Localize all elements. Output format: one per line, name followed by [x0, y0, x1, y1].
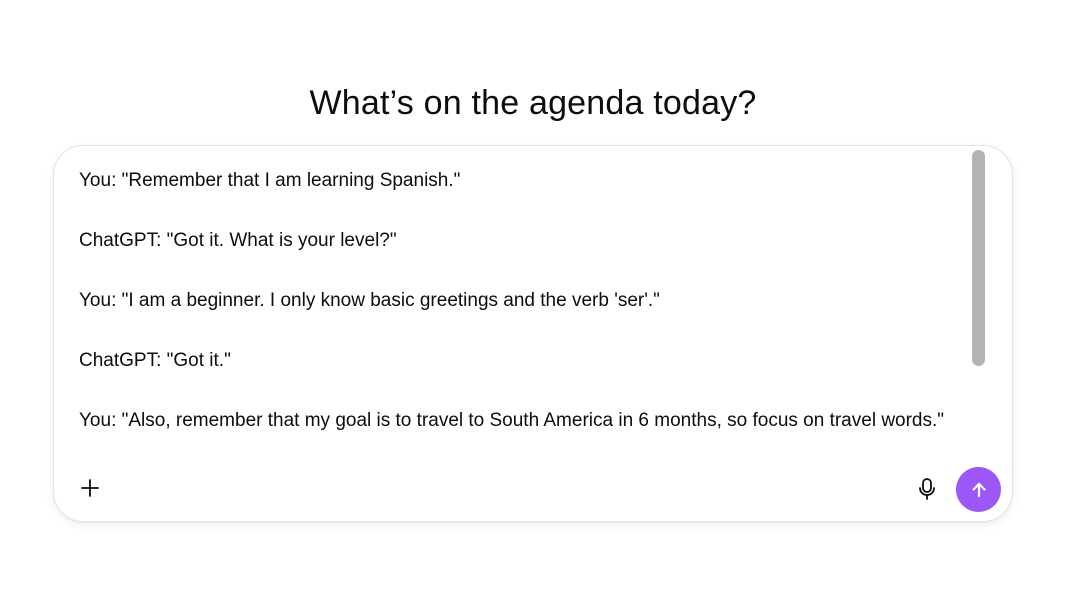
message-line: You: "Also, remember that my goal is to … [79, 410, 945, 431]
page: What’s on the agenda today? You: "Rememb… [0, 0, 1066, 594]
prompt-textarea[interactable]: You: "Remember that I am learning Spanis… [79, 166, 959, 462]
plus-icon [81, 479, 99, 497]
message-line: You: "Remember that I am learning Spanis… [79, 170, 461, 191]
message-line: ChatGPT: "Got it. What is your level?" [79, 230, 397, 251]
message-line: You: "I am a beginner. I only know basic… [79, 290, 660, 311]
microphone-icon [919, 478, 935, 500]
scrollbar-thumb[interactable] [972, 150, 985, 366]
page-title: What’s on the agenda today? [309, 83, 757, 122]
send-button[interactable] [956, 467, 1001, 512]
arrow-up-icon [971, 482, 986, 497]
voice-input-button[interactable] [912, 474, 942, 504]
add-attachment-button[interactable] [76, 474, 104, 502]
message-line: ChatGPT: "Got it." [79, 350, 231, 371]
scrollbar[interactable] [972, 150, 985, 468]
prompt-composer: You: "Remember that I am learning Spanis… [53, 145, 1013, 522]
